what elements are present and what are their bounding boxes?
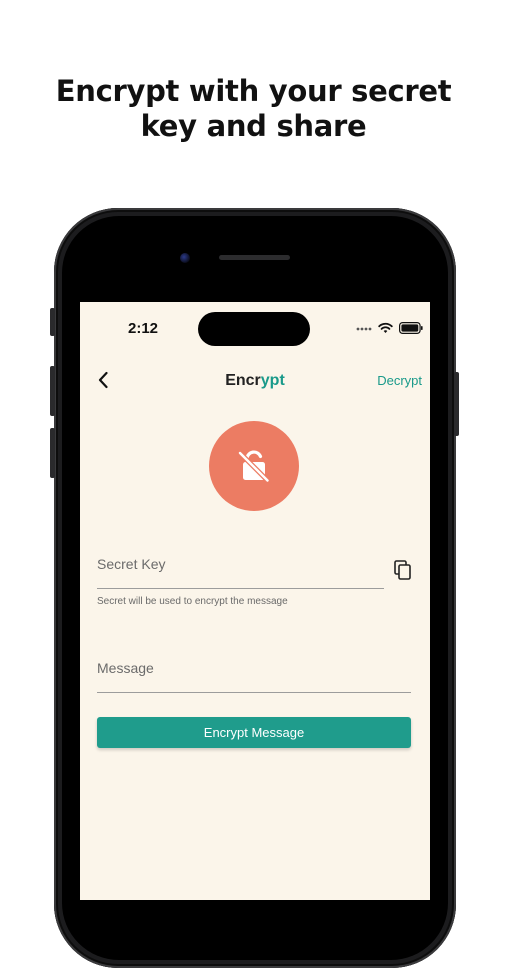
headline-line-1: Encrypt with your secret (55, 74, 452, 108)
headline: Encrypt with your secret key and share (0, 74, 507, 144)
app-screen: 2:12 Encrypt Decrypt Secret Key Secret w… (80, 302, 430, 900)
wifi-icon (378, 322, 393, 333)
page-title-part-2: ypt (260, 372, 285, 389)
status-time: 2:12 (128, 320, 159, 337)
volume-up-button (50, 366, 55, 416)
power-button (454, 372, 459, 436)
earpiece (219, 255, 290, 260)
page-title-part-1: Encr (225, 372, 261, 389)
secret-key-label[interactable]: Secret Key (97, 556, 165, 572)
message-underline[interactable] (97, 692, 411, 693)
status-icons (356, 321, 423, 335)
copy-icon[interactable] (394, 560, 412, 580)
lock-off-icon (237, 450, 270, 483)
signal-icon (356, 327, 372, 331)
dynamic-island (198, 312, 310, 346)
headline-line-2: key and share (140, 109, 367, 143)
message-label[interactable]: Message (97, 660, 154, 676)
lock-badge (209, 421, 299, 511)
silent-switch (50, 308, 55, 336)
encrypt-message-button[interactable]: Encrypt Message (97, 717, 411, 748)
secret-key-helper: Secret will be used to encrypt the messa… (97, 596, 288, 607)
battery-icon (399, 322, 423, 334)
front-camera (180, 253, 190, 263)
secret-key-underline[interactable] (97, 588, 384, 589)
volume-down-button (50, 428, 55, 478)
decrypt-link[interactable]: Decrypt (377, 373, 422, 388)
